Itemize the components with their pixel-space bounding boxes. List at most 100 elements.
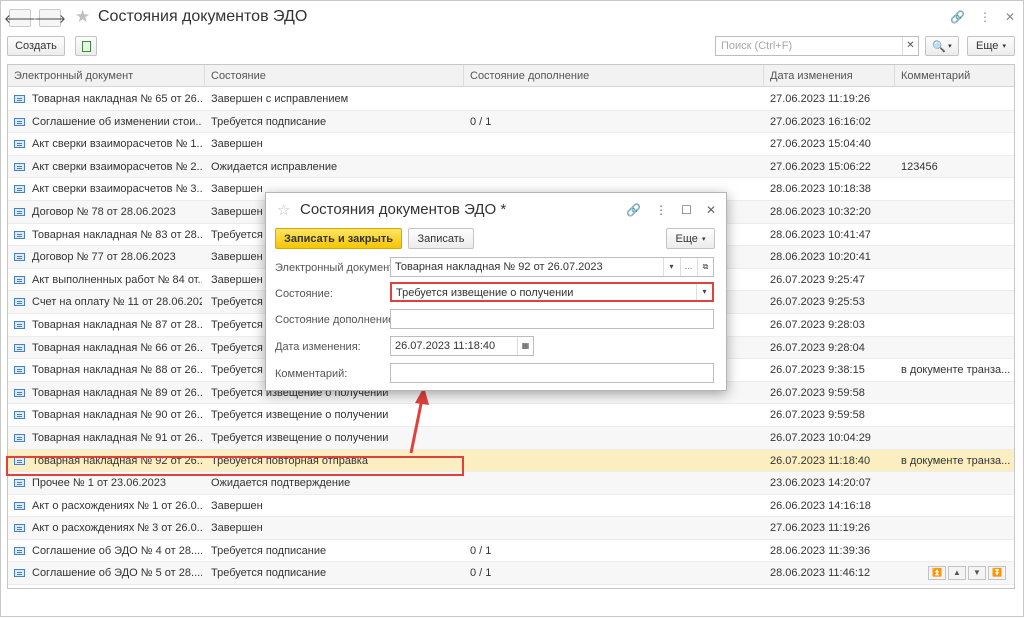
table-cell: 28.06.2023 11:46:12	[770, 567, 871, 580]
table-cell: Счет на оплату № 11 от 28.06.2023	[32, 296, 202, 309]
date-field[interactable]: 26.07.2023 11:18:40 ▦	[390, 336, 534, 356]
table-cell: Товарная накладная № 83 от 28....	[32, 228, 202, 241]
close-icon[interactable]: ✕	[1005, 10, 1015, 24]
edo-document-icon	[14, 185, 25, 194]
table-row[interactable]: Товарная накладная № 65 от 26.... Заверше…	[8, 88, 1014, 111]
back-button[interactable]: 🡐	[4, 9, 36, 27]
search-button[interactable]: 🔍 ▾	[925, 36, 959, 56]
scroll-up-icon[interactable]: ▲	[948, 566, 966, 580]
edo-document-icon	[14, 320, 25, 329]
dialog-title: Состояния документов ЭДО *	[300, 201, 507, 218]
search-placeholder: Поиск (Ctrl+F)	[721, 40, 793, 52]
doc-field[interactable]: Товарная накладная № 92 от 26.07.2023 ▾ …	[390, 257, 714, 277]
table-cell	[901, 495, 1013, 517]
close-icon[interactable]: ✕	[706, 203, 716, 217]
create-button[interactable]: Создать	[7, 36, 65, 56]
edo-document-icon	[14, 501, 25, 510]
edo-document-icon	[14, 366, 25, 375]
clear-search-icon[interactable]: ✕	[902, 37, 918, 55]
state-extra-field[interactable]	[390, 309, 714, 329]
favorite-star-icon[interactable]: ☆	[277, 201, 290, 219]
table-cell	[470, 495, 760, 517]
table-cell: Акт выполненных работ № 84 от...	[32, 273, 202, 286]
table-cell	[901, 111, 1013, 133]
edo-document-icon	[14, 95, 25, 103]
table-cell: Акт сверки взаиморасчетов № 2...	[32, 160, 202, 173]
table-cell: 28.06.2023 10:18:38	[770, 183, 871, 196]
table-cell: 0 / 1	[470, 567, 492, 580]
table-cell: 0 / 1	[470, 544, 492, 557]
state-field[interactable]: Требуется извещение о получении ▾	[390, 282, 714, 302]
table-row[interactable]: Соглашение об изменении стои... Требуется…	[8, 110, 1014, 134]
table-row[interactable]: Товарная накладная № 90 от 26.... Требует…	[8, 404, 1014, 427]
doc-label: Электронный документ:	[275, 262, 398, 274]
table-cell: 26.07.2023 9:28:04	[770, 341, 865, 354]
save-button[interactable]: Записать	[408, 228, 474, 249]
maximize-icon[interactable]: ☐	[681, 203, 692, 217]
table-cell: 23.06.2023 14:20:07	[770, 477, 871, 490]
table-row[interactable]: Акт о расхождениях № 1 от 26.0... Заверше…	[8, 495, 1014, 518]
column-header-date[interactable]: Дата изменения	[764, 65, 895, 87]
scroll-down-icon[interactable]: ▼	[968, 566, 986, 580]
table-cell: 28.06.2023 10:20:41	[770, 251, 871, 264]
table-cell	[901, 133, 1013, 155]
table-row[interactable]: Акт о расхождениях № 3 от 26.0... Заверше…	[8, 517, 1014, 540]
forward-button[interactable]: 🡒	[34, 9, 66, 27]
open-icon[interactable]: ⧉	[697, 258, 713, 276]
more-label: Еще	[976, 40, 999, 52]
main-window: 🡐 🡒 ★ Состояния документов ЭДО 🔗 ⋮ ✕ Соз…	[0, 0, 1024, 617]
table-cell: Завершен с исправлением	[211, 93, 349, 105]
more-vertical-icon[interactable]: ⋮	[655, 203, 667, 217]
table-cell	[901, 88, 1013, 110]
chevron-down-icon[interactable]: ▾	[663, 258, 679, 276]
link-icon[interactable]: 🔗	[626, 203, 641, 217]
table-header: Электронный документ Состояние Состояние…	[8, 65, 1014, 87]
table-cell: 0 / 1	[470, 115, 492, 128]
chevron-down-icon[interactable]: ▾	[696, 284, 712, 300]
table-cell	[901, 472, 1013, 494]
table-row[interactable]: Прочее № 1 от 23.06.2023 Ожидается подтве…	[8, 472, 1014, 495]
date-value: 26.07.2023 11:18:40	[395, 340, 496, 352]
page-title: Состояния документов ЭДО	[98, 8, 308, 25]
edo-document-icon	[14, 162, 25, 171]
ellipsis-icon[interactable]: …	[680, 258, 696, 276]
column-header-comment[interactable]: Комментарий	[895, 65, 1014, 87]
table-row[interactable]: Соглашение об ЭДО № 5 от 28.... Требуется…	[8, 562, 1014, 586]
column-header-document[interactable]: Электронный документ	[8, 65, 205, 87]
scroll-bottom-icon[interactable]: ⏬	[988, 566, 1006, 580]
more-button[interactable]: Еще ▾	[967, 36, 1015, 56]
table-cell: 26.07.2023 9:28:03	[770, 318, 865, 331]
table-cell: 26.07.2023 9:25:47	[770, 273, 865, 286]
link-icon[interactable]: 🔗	[950, 10, 965, 24]
table-cell: Ожидается исправление	[211, 160, 338, 173]
table-row[interactable]: Товарная накладная № 91 от 26.... Требует…	[8, 426, 1014, 450]
chevron-down-icon: ▾	[1002, 43, 1006, 50]
save-and-close-button[interactable]: Записать и закрыть	[275, 228, 402, 249]
table-row[interactable]: Акт сверки взаиморасчетов № 2... Ожидаетс…	[8, 155, 1014, 179]
table-cell: Акт сверки взаиморасчетов № 3...	[32, 183, 202, 196]
column-header-state[interactable]: Состояние	[205, 65, 464, 87]
copy-button[interactable]	[75, 36, 97, 56]
column-header-state-extra[interactable]: Состояние дополнение	[464, 65, 764, 87]
dialog-more-button[interactable]: Еще ▾	[666, 228, 715, 249]
table-row[interactable]: Акт сверки взаиморасчетов № 1... Завершен…	[8, 133, 1014, 156]
more-vertical-icon[interactable]: ⋮	[979, 10, 991, 24]
back-arrow-icon: 🡐	[3, 11, 37, 26]
table-row[interactable]: Товарная накладная № 92 от 26.... Требует…	[8, 449, 1014, 473]
table-cell: Товарная накладная № 65 от 26....	[32, 93, 202, 105]
edo-document-icon	[14, 117, 25, 126]
scroll-top-icon[interactable]: ⏫	[928, 566, 946, 580]
edo-document-icon	[14, 524, 25, 533]
state-label: Состояние:	[275, 288, 333, 300]
table-cell: Акт сверки взаиморасчетов № 1...	[32, 138, 202, 151]
table-cell: 28.06.2023 10:32:20	[770, 205, 871, 218]
edo-document-icon	[14, 207, 25, 216]
comment-field[interactable]	[390, 363, 714, 383]
calendar-icon[interactable]: ▦	[517, 337, 533, 355]
search-input[interactable]: Поиск (Ctrl+F) ✕	[715, 36, 919, 56]
edo-document-icon	[14, 433, 25, 442]
favorite-star-icon[interactable]: ★	[75, 7, 90, 27]
table-row[interactable]: Соглашение об ЭДО № 4 от 28.... Требуется…	[8, 540, 1014, 563]
table-cell	[901, 404, 1013, 426]
table-cell	[901, 269, 1013, 291]
